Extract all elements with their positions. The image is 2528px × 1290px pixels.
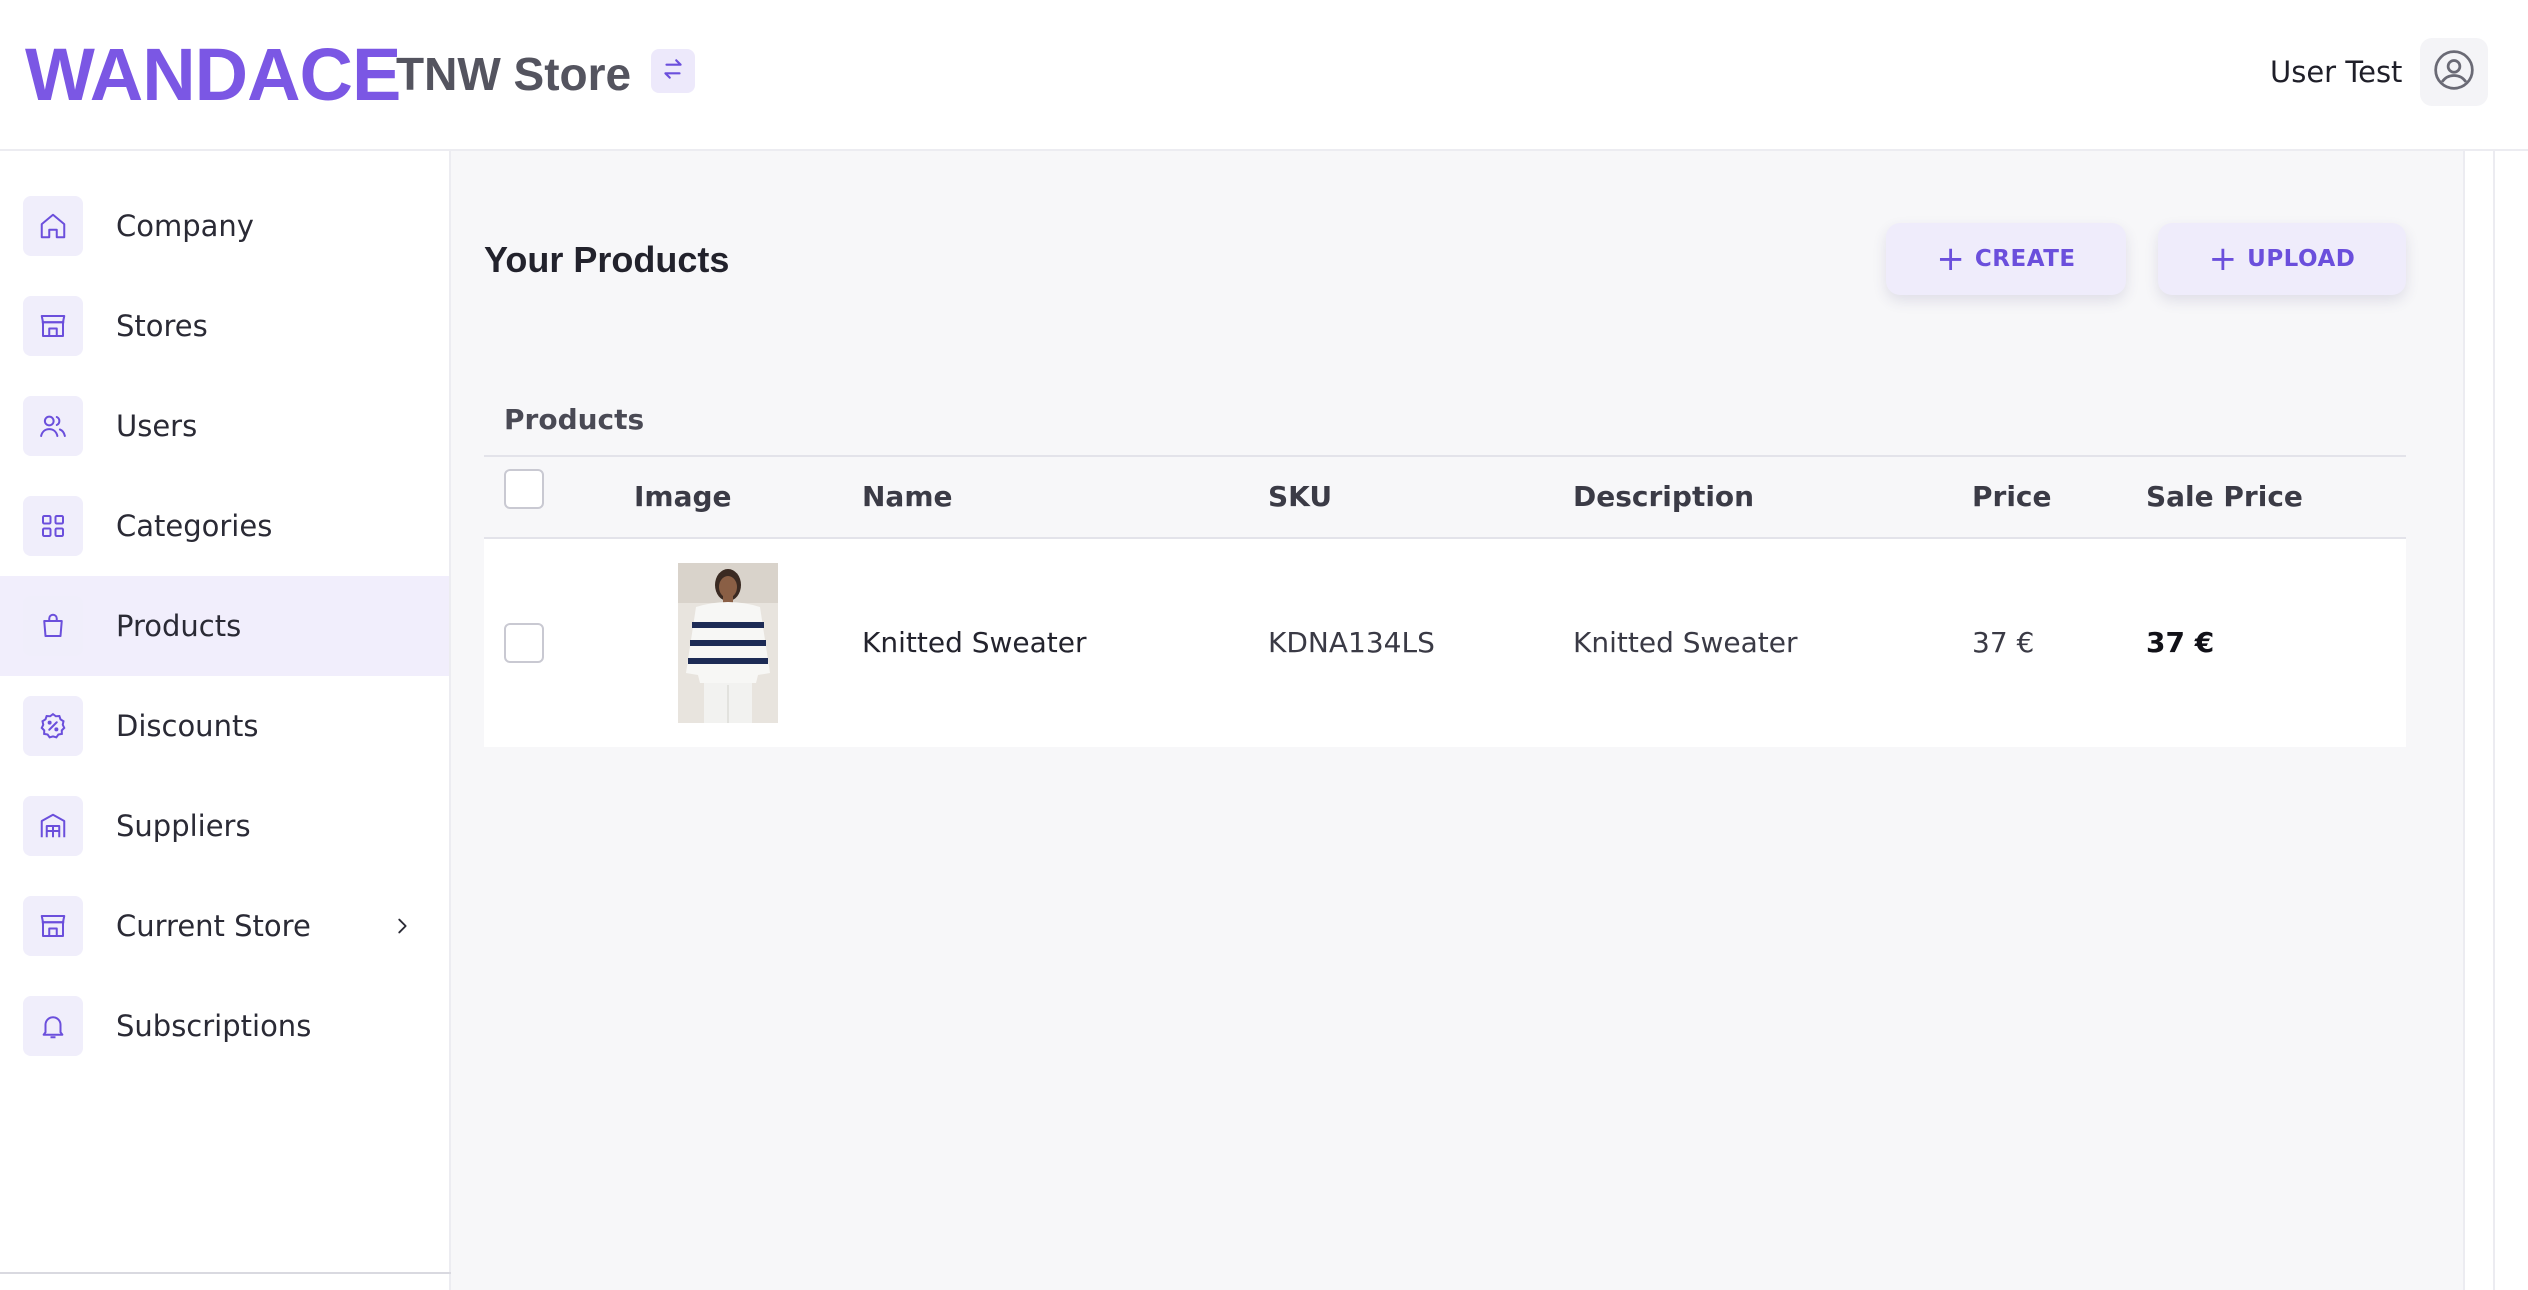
product-sale-price: 37 € [2146, 626, 2215, 659]
sidebar-item-discounts[interactable]: Discounts [0, 676, 449, 776]
column-header-image[interactable]: Image [634, 479, 732, 515]
top-header: WANDACE TNW Store User Test [0, 0, 2528, 151]
table-row[interactable]: Knitted Sweater KDNA134LS Knitted Sweate… [484, 539, 2406, 747]
user-name: User Test [2270, 55, 2403, 89]
sidebar-item-users[interactable]: Users [0, 376, 449, 476]
bell-icon [23, 996, 83, 1056]
right-scrollbar-rail[interactable] [2463, 151, 2495, 1290]
create-button[interactable]: + CREATE [1886, 223, 2126, 295]
column-header-price[interactable]: Price [1972, 479, 2052, 515]
sidebar-divider [0, 1272, 451, 1274]
column-header-sku[interactable]: SKU [1268, 479, 1332, 515]
sidebar-item-label: Suppliers [116, 809, 251, 843]
plus-icon: + [2208, 239, 2238, 279]
column-header-sale-price[interactable]: Sale Price [2146, 479, 2303, 515]
store-icon [23, 296, 83, 356]
sidebar-item-subscriptions[interactable]: Subscriptions [0, 976, 449, 1076]
warehouse-icon [23, 796, 83, 856]
upload-button[interactable]: + UPLOAD [2158, 223, 2406, 295]
sidebar-item-label: Company [116, 209, 254, 243]
upload-button-label: UPLOAD [2247, 246, 2356, 272]
sidebar-item-label: Categories [116, 509, 273, 543]
sidebar-item-suppliers[interactable]: Suppliers [0, 776, 449, 876]
sidebar-item-label: Users [116, 409, 198, 443]
grid-icon [23, 496, 83, 556]
plus-icon: + [1936, 239, 1965, 279]
sidebar-item-label: Stores [116, 309, 208, 343]
page-title: Your Products [484, 239, 730, 280]
table-header-row: Image Name SKU Description Price Sale Pr… [484, 455, 2406, 539]
sidebar-item-stores[interactable]: Stores [0, 276, 449, 376]
product-description: Knitted Sweater [1573, 626, 1798, 659]
sidebar-item-label: Discounts [116, 709, 259, 743]
store-icon [23, 896, 83, 956]
swap-arrows-icon [660, 56, 686, 86]
current-store-name: TNW Store [396, 48, 632, 100]
row-select-checkbox[interactable] [504, 623, 544, 663]
product-name[interactable]: Knitted Sweater [862, 625, 1087, 661]
column-header-name[interactable]: Name [862, 479, 953, 515]
home-icon [23, 196, 83, 256]
table-caption: Products [504, 403, 645, 436]
sidebar: Company Stores Users Categories Products… [0, 151, 451, 1290]
users-icon [23, 396, 83, 456]
user-menu-button[interactable] [2420, 38, 2488, 106]
create-button-label: CREATE [1974, 246, 2076, 272]
discount-badge-icon [23, 696, 83, 756]
sidebar-item-products[interactable]: Products [0, 576, 449, 676]
user-circle-icon [2432, 48, 2476, 96]
product-price: 37 € [1972, 626, 2035, 659]
shopping-bag-icon [23, 596, 83, 656]
product-sku: KDNA134LS [1268, 626, 1435, 659]
brand-logo[interactable]: WANDACE [25, 30, 401, 120]
sidebar-item-label: Products [116, 609, 242, 643]
sidebar-item-current-store[interactable]: Current Store [0, 876, 449, 976]
sidebar-item-categories[interactable]: Categories [0, 476, 449, 576]
switch-store-button[interactable] [651, 49, 695, 93]
sidebar-item-label: Subscriptions [116, 1009, 312, 1043]
chevron-right-icon[interactable] [390, 914, 414, 938]
product-image[interactable] [678, 563, 778, 723]
sidebar-item-company[interactable]: Company [0, 176, 449, 276]
select-all-checkbox[interactable] [504, 469, 544, 509]
sidebar-item-label: Current Store [116, 909, 311, 943]
column-header-description[interactable]: Description [1573, 479, 1754, 515]
